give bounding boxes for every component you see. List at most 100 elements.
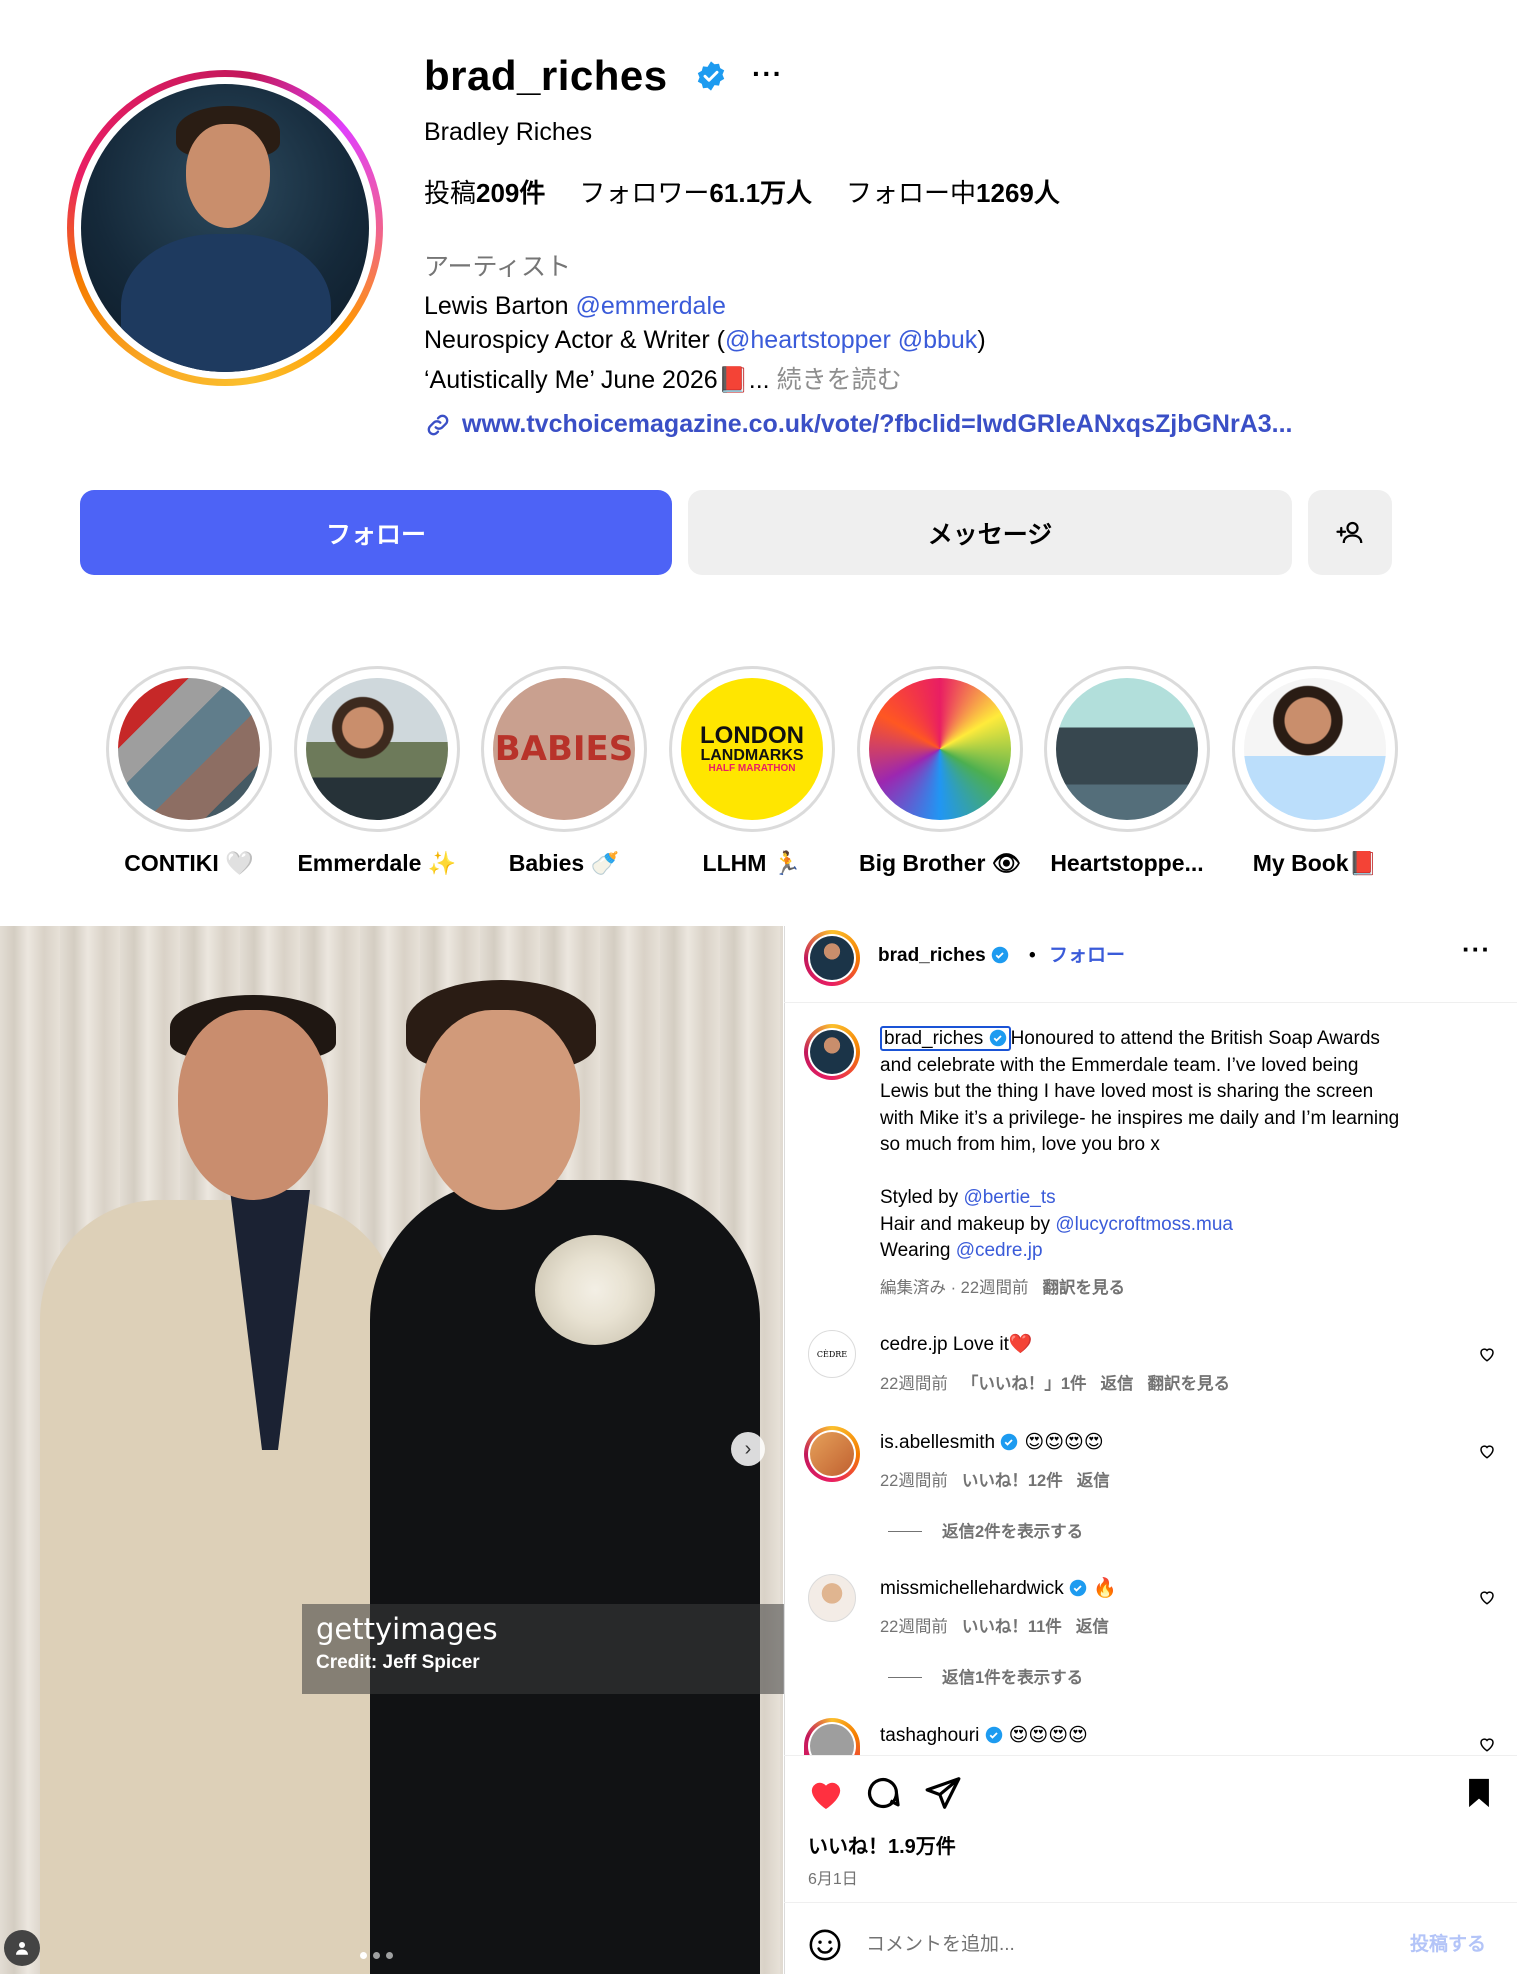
read-more-link[interactable]: 続きを読む	[770, 366, 902, 394]
verified-badge-icon	[989, 1029, 1006, 1047]
photo-credit: Credit: Jeff Spicer	[316, 1652, 480, 1673]
tagged-users-icon[interactable]	[4, 1930, 40, 1966]
photo-person-left	[40, 1200, 400, 1974]
message-button[interactable]: メッセージ	[688, 490, 1292, 575]
photo-head	[178, 1010, 328, 1200]
share-icon[interactable]	[924, 1774, 962, 1812]
highlight-label: LLHM 🏃	[702, 850, 802, 876]
follow-button[interactable]: フォロー	[80, 490, 672, 575]
profile-avatar[interactable]	[67, 70, 383, 386]
comment-icon[interactable]	[864, 1774, 902, 1812]
comment-reply[interactable]: 返信	[1076, 1618, 1109, 1636]
photo-rose-brooch	[535, 1235, 655, 1345]
comment-like-heart-icon[interactable]	[1478, 1735, 1496, 1753]
highlight-label: My Book📕	[1252, 850, 1378, 876]
llhm-art-line1: LONDON	[700, 722, 804, 749]
highlight-label: Big Brother 👁	[858, 850, 1022, 876]
comment-meta: 22週間前 いいね！12件 返信	[880, 1472, 1110, 1490]
comment-text: is.abellesmith 😍😍😍😍	[880, 1431, 1104, 1453]
comment-translate[interactable]: 翻訳を見る	[1148, 1375, 1231, 1393]
highlight-llhm[interactable]: LONDON LANDMARKS HALF MARATHON LLHM 🏃	[669, 666, 835, 877]
post-author-avatar[interactable]	[804, 930, 860, 986]
highlight-emmerdale[interactable]: Emmerdale ✨	[294, 666, 460, 877]
highlight-contiki[interactable]: CONTIKI 🤍	[106, 666, 272, 877]
mention-bertie[interactable]: @bertie_ts	[963, 1187, 1055, 1208]
profile-username: brad_riches	[424, 52, 668, 99]
next-arrow-icon[interactable]: ›	[731, 1432, 765, 1466]
verified-badge-icon	[1001, 1433, 1018, 1451]
suggested-users-button[interactable]	[1308, 490, 1392, 575]
comment-username[interactable]: missmichellehardwick	[880, 1578, 1064, 1599]
verified-badge-icon	[985, 1726, 1002, 1744]
photo-head	[420, 1010, 580, 1210]
bookmark-icon[interactable]	[1462, 1774, 1496, 1812]
profile-category: アーティスト	[424, 253, 572, 281]
emoji-icon[interactable]	[808, 1928, 842, 1962]
bio-link-heartstopper[interactable]: @heartstopper	[725, 326, 891, 354]
comment-username[interactable]: is.abellesmith	[880, 1432, 995, 1453]
highlight-label: CONTIKI 🤍	[124, 850, 254, 876]
comment-text: tashaghouri 😍😍😍😍	[880, 1724, 1088, 1746]
post-comment-button[interactable]: 投稿する	[1410, 1932, 1486, 1959]
llhm-art-line2: LANDMARKS	[700, 747, 804, 764]
profile-full-name: Bradley Riches	[424, 118, 593, 146]
comment-avatar[interactable]	[804, 1426, 860, 1482]
bio-line-1: Lewis Barton @emmerdale	[424, 292, 726, 320]
followers-count[interactable]: フォロワー61.1万人	[579, 173, 812, 210]
following-count[interactable]: フォロー中1269人	[846, 173, 1060, 210]
comment-like-heart-icon[interactable]	[1478, 1588, 1496, 1606]
profile-stats: 投稿209件 フォロワー61.1万人 フォロー中1269人	[424, 173, 1060, 210]
comment-avatar[interactable]: CÈDRE	[808, 1330, 856, 1378]
more-options-icon[interactable]: ···	[752, 58, 783, 90]
comment-likes[interactable]: 「いいね！」1件	[962, 1375, 1087, 1393]
post-date: 6月1日	[808, 1871, 858, 1888]
highlight-label: Emmerdale ✨	[297, 850, 457, 876]
post-author-username[interactable]: brad_riches	[878, 943, 1009, 970]
comment-input[interactable]: コメントを追加...	[866, 1932, 1015, 1959]
comment-text: missmichellehardwick 🔥	[880, 1577, 1117, 1599]
comment-avatar[interactable]	[808, 1574, 856, 1622]
likes-count[interactable]: いいね！1.9万件	[808, 1834, 956, 1861]
mention-lucycroftmoss[interactable]: @lucycroftmoss.mua	[1055, 1214, 1233, 1235]
profile-external-link[interactable]: www.tvchoicemagazine.co.uk/vote/?fbclid=…	[424, 410, 1293, 439]
header-dot: •	[1029, 945, 1036, 966]
caption-translate[interactable]: 翻訳を見る	[1043, 1279, 1126, 1297]
comment-like-heart-icon[interactable]	[1478, 1442, 1496, 1460]
comment-reply[interactable]: 返信	[1101, 1375, 1134, 1393]
bio-link-bbuk[interactable]: @bbuk	[898, 326, 978, 354]
heart-icon[interactable]	[806, 1774, 846, 1814]
comment-like-heart-icon[interactable]	[1478, 1345, 1496, 1363]
comment-username[interactable]: cedre.jp	[880, 1334, 948, 1355]
view-replies-button[interactable]: 返信1件を表示する	[888, 1664, 1083, 1688]
link-icon	[427, 414, 449, 435]
highlight-label: Heartstoppe...	[1050, 850, 1204, 876]
verified-badge-icon	[697, 61, 725, 91]
comment-username[interactable]: tashaghouri	[880, 1725, 979, 1746]
bio-line-3: ‘Autistically Me’ June 2026📕... 続きを読む	[424, 366, 902, 394]
comment-reply[interactable]: 返信	[1077, 1472, 1110, 1490]
highlight-label: Babies 🍼	[508, 850, 620, 876]
highlight-big-brother[interactable]: Big Brother 👁	[857, 666, 1023, 877]
divider	[784, 1902, 1517, 1903]
babies-art-text: BABIES	[494, 729, 634, 769]
post-follow-button[interactable]: フォロー	[1049, 943, 1125, 970]
comment-likes[interactable]: いいね！12件	[962, 1472, 1063, 1490]
post-more-icon[interactable]: ···	[1462, 936, 1491, 963]
caption-author-avatar[interactable]	[804, 1024, 860, 1080]
comment-likes[interactable]: いいね！11件	[962, 1618, 1062, 1636]
highlight-my-book[interactable]: My Book📕	[1232, 666, 1398, 877]
divider	[784, 1002, 1517, 1003]
highlight-heartstopper[interactable]: Heartstoppe...	[1044, 666, 1210, 877]
mention-cedre[interactable]: @cedre.jp	[956, 1240, 1043, 1261]
add-user-icon	[1336, 521, 1363, 543]
post-caption: brad_riches Honoured to attend the Briti…	[880, 1026, 1400, 1261]
posts-count: 投稿209件	[424, 178, 546, 208]
llhm-art-line3: HALF MARATHON	[708, 763, 796, 774]
comment-meta: 22週間前 「いいね！」1件 返信 翻訳を見る	[880, 1375, 1231, 1393]
view-replies-button[interactable]: 返信2件を表示する	[888, 1518, 1083, 1542]
comment-text: cedre.jp Love it❤️	[880, 1334, 1033, 1355]
bio-link-emmerdale[interactable]: @emmerdale	[575, 292, 725, 320]
highlight-babies[interactable]: BABIES Babies 🍼	[481, 666, 647, 877]
comment-meta: 22週間前 いいね！11件 返信	[880, 1618, 1109, 1636]
caption-author[interactable]: brad_riches	[880, 1026, 1011, 1051]
